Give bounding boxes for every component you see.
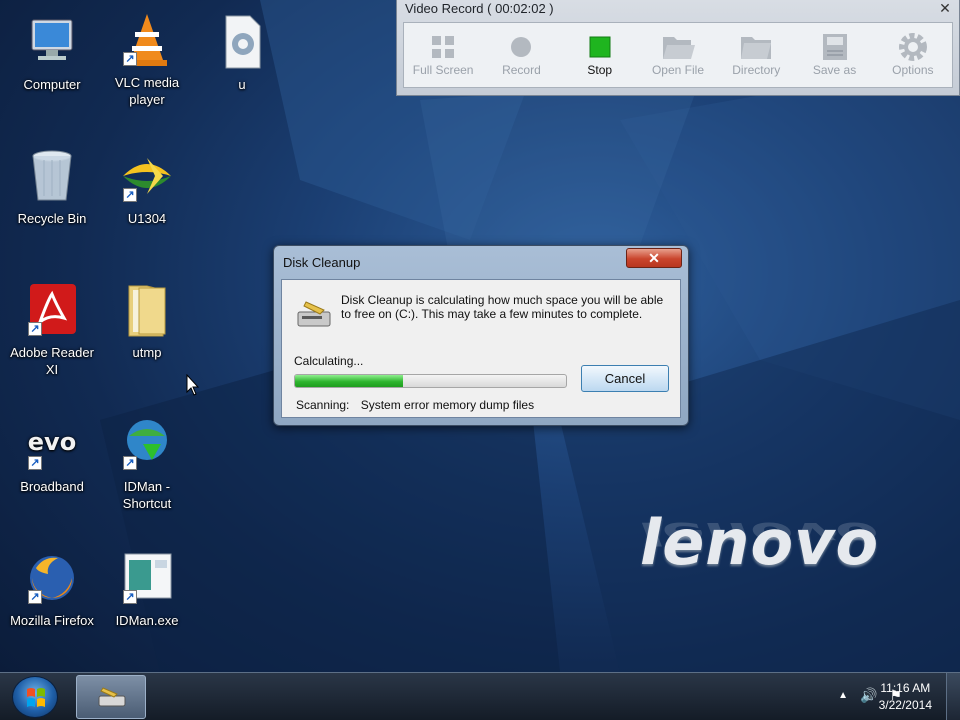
- full-screen-button[interactable]: Full Screen: [404, 23, 482, 87]
- video-record-close-button[interactable]: ✕: [935, 1, 955, 17]
- gear-icon: [874, 31, 952, 63]
- desktop-icon-label: U1304: [127, 211, 167, 226]
- broadband-icon: evo ↗: [22, 414, 82, 474]
- record-icon: [482, 31, 560, 63]
- desktop-icon-label: utmp: [132, 345, 162, 360]
- desktop-icon-firefox[interactable]: ↗ Mozilla Firefox: [4, 548, 100, 629]
- directory-button[interactable]: Directory: [717, 23, 795, 87]
- cancel-button[interactable]: Cancel: [581, 365, 669, 392]
- shortcut-arrow-icon: ↗: [123, 52, 137, 66]
- video-record-window: Video Record ( 00:02:02 ) ✕ Full Screen …: [396, 0, 960, 96]
- dialog-close-button[interactable]: ✕: [626, 248, 682, 268]
- full-screen-label: Full Screen: [412, 63, 474, 77]
- taskbar-disk-cleanup-button[interactable]: [76, 675, 146, 719]
- adobe-reader-icon: ↗: [22, 280, 82, 340]
- desktop-icon-computer[interactable]: Computer: [4, 12, 100, 93]
- taskbar-clock[interactable]: 11:16 AM 3/22/2014: [879, 680, 932, 714]
- save-icon: [795, 31, 873, 63]
- progress-bar: [294, 374, 567, 388]
- recycle-bin-icon: [22, 146, 82, 206]
- dialog-message: Disk Cleanup is calculating how much spa…: [341, 293, 664, 321]
- options-button[interactable]: Options: [874, 23, 952, 87]
- stop-button[interactable]: Stop: [561, 23, 639, 87]
- disk-cleanup-dialog: Disk Cleanup ✕ Disk Cleanup is calculati…: [273, 245, 689, 426]
- desktop-icon-label: Computer: [23, 77, 81, 92]
- desktop-icon-utmp[interactable]: utmp: [99, 280, 195, 361]
- folder-icon: [117, 280, 177, 340]
- record-label: Record: [502, 63, 541, 77]
- scanning-item: System error memory dump files: [360, 398, 535, 412]
- calculating-status: Calculating...: [294, 354, 364, 368]
- shortcut-arrow-icon: ↗: [123, 590, 137, 604]
- open-file-button[interactable]: Open File: [639, 23, 717, 87]
- volume-icon[interactable]: 🔊: [860, 687, 877, 705]
- desktop-icon-vlc[interactable]: ↗ VLC media player: [99, 10, 195, 108]
- video-record-title: Video Record ( 00:02:02 ): [405, 1, 554, 16]
- desktop-icon-label: u: [238, 77, 246, 92]
- stop-icon: [561, 31, 639, 63]
- idman-shortcut-icon: ↗: [117, 414, 177, 474]
- directory-label: Directory: [732, 63, 781, 77]
- desktop-icon-label: VLC media player: [114, 75, 180, 107]
- open-folder-icon: [639, 31, 717, 63]
- record-button[interactable]: Record: [482, 23, 560, 87]
- show-desktop-button[interactable]: [946, 673, 960, 720]
- open-file-label: Open File: [651, 63, 704, 77]
- desktop-icon-u[interactable]: u: [194, 12, 290, 93]
- desktop-icon-recycle-bin[interactable]: Recycle Bin: [4, 146, 100, 227]
- desktop-icon-u1304[interactable]: ↗ U1304: [99, 146, 195, 227]
- tray-expand-icon[interactable]: ▲: [838, 687, 848, 705]
- disk-cleanup-icon: [297, 301, 331, 327]
- progress-fill: [295, 375, 404, 387]
- start-button[interactable]: [12, 676, 58, 718]
- scanning-label: Scanning:: [296, 398, 350, 412]
- dialog-title: Disk Cleanup: [283, 255, 361, 270]
- desktop-icon-broadband[interactable]: evo ↗ Broadband: [4, 414, 100, 495]
- folder-icon: [717, 31, 795, 63]
- shortcut-arrow-icon: ↗: [123, 188, 137, 202]
- desktop-icon-label: IDMan.exe: [115, 613, 179, 628]
- lenovo-logo-reflection: lenovo: [640, 515, 880, 553]
- stop-label: Stop: [587, 63, 613, 77]
- shortcut-arrow-icon: ↗: [123, 456, 137, 470]
- desktop-icon-idman-shortcut[interactable]: ↗ IDMan - Shortcut: [99, 414, 195, 512]
- desktop-icon-idman-exe[interactable]: ↗ IDMan.exe: [99, 548, 195, 629]
- shortcut-arrow-icon: ↗: [28, 456, 42, 470]
- grid-icon: [404, 31, 482, 63]
- shortcut-arrow-icon: ↗: [28, 590, 42, 604]
- settings-file-icon: [212, 12, 272, 72]
- idman-exe-icon: ↗: [117, 548, 177, 608]
- scanning-line: Scanning: System error memory dump files: [296, 398, 534, 412]
- svg-text:evo: evo: [28, 428, 76, 456]
- disk-cleanup-task-icon: [98, 687, 126, 707]
- clock-date: 3/22/2014: [878, 698, 932, 712]
- desktop-icon-label: Recycle Bin: [17, 211, 87, 226]
- shortcut-arrow-icon: ↗: [28, 322, 42, 336]
- vlc-icon: ↗: [117, 10, 177, 70]
- save-as-button[interactable]: Save as: [795, 23, 873, 87]
- save-as-label: Save as: [812, 63, 857, 77]
- firefox-icon: ↗: [22, 548, 82, 608]
- windows-logo-icon: [27, 688, 45, 707]
- mouse-cursor-icon: [186, 374, 200, 396]
- desktop-icon-label: Broadband: [20, 479, 84, 494]
- u1304-icon: ↗: [117, 146, 177, 206]
- desktop-icon-label: Adobe Reader XI: [10, 345, 94, 377]
- computer-icon: [22, 12, 82, 72]
- desktop-icon-label: IDMan - Shortcut: [122, 479, 172, 511]
- video-record-toolbar: Full Screen Record Stop Open File Direct…: [403, 22, 953, 88]
- desktop-icon-adobe-reader[interactable]: ↗ Adobe Reader XI: [4, 280, 100, 378]
- clock-time: 11:16 AM: [880, 681, 931, 695]
- desktop-icon-label: Mozilla Firefox: [10, 613, 94, 628]
- dialog-body: Disk Cleanup is calculating how much spa…: [281, 279, 681, 418]
- taskbar: ▲ 🔊 ⚑ 11:16 AM 3/22/2014: [0, 672, 960, 720]
- options-label: Options: [892, 63, 934, 77]
